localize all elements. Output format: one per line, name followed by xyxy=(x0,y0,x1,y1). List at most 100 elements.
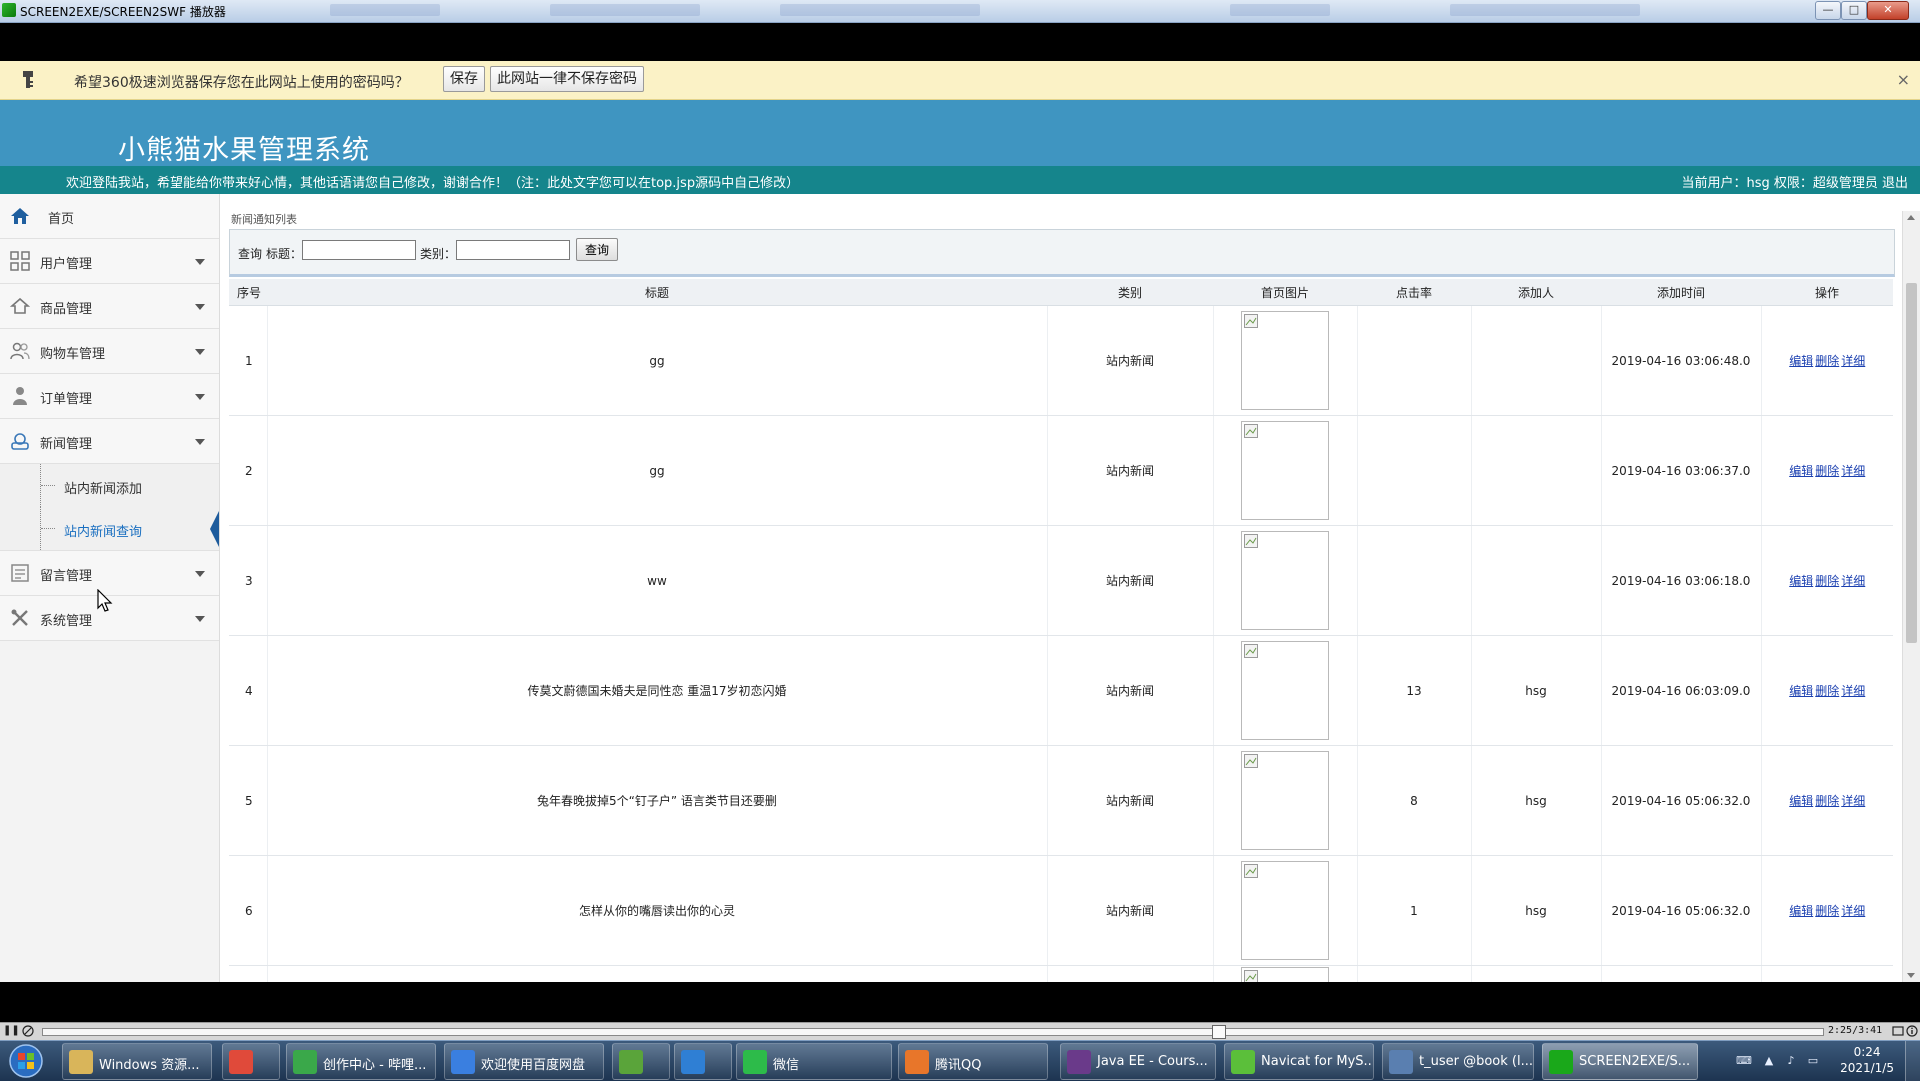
scrollbar-thumb[interactable] xyxy=(1906,283,1917,643)
cell-ops: 编辑 删除 详细 xyxy=(1761,525,1893,636)
taskbar-item-qq[interactable]: 腾讯QQ xyxy=(898,1043,1048,1080)
window-title-bar: SCREEN2EXE/SCREEN2SWF 播放器 — □ ✕ xyxy=(0,0,1920,23)
maximize-button[interactable]: □ xyxy=(1841,1,1867,20)
sidebar-item-label: 商品管理 xyxy=(40,302,93,317)
background-ghost-tab xyxy=(780,4,980,16)
taskbar-item-label: Navicat for MyS... xyxy=(1261,1054,1374,1069)
edit-link[interactable]: 编辑 xyxy=(1789,794,1813,808)
never-save-password-button[interactable]: 此网站一律不保存密码 xyxy=(490,66,644,92)
close-window-button[interactable]: ✕ xyxy=(1867,1,1909,20)
playback-slider-knob[interactable] xyxy=(1212,1025,1227,1039)
volume-icon[interactable]: ♪ xyxy=(1784,1054,1798,1068)
app-icon xyxy=(681,1050,705,1074)
clock-time: 0:24 xyxy=(1853,1045,1881,1059)
fullscreen-icon[interactable] xyxy=(1892,1025,1904,1037)
edit-link[interactable]: 编辑 xyxy=(1789,464,1813,478)
edit-link[interactable]: 编辑 xyxy=(1789,904,1813,918)
detail-link[interactable]: 详细 xyxy=(1841,574,1865,588)
show-desktop-button[interactable] xyxy=(1905,1041,1920,1081)
sidebar-item-news[interactable]: 新闻管理 xyxy=(0,419,219,464)
background-ghost-tab xyxy=(1230,4,1330,16)
cell-title xyxy=(267,965,1048,982)
vertical-scrollbar[interactable] xyxy=(1902,211,1920,982)
cell-author: hsg xyxy=(1471,635,1602,746)
person-icon xyxy=(13,387,27,405)
taskbar-item-table[interactable]: t_user @book (l... xyxy=(1382,1043,1534,1080)
system-title: 小熊猫水果管理系统 xyxy=(118,135,370,166)
taskbar-item-navicat[interactable]: Navicat for MyS... xyxy=(1224,1043,1374,1080)
network-icon[interactable]: ▭ xyxy=(1806,1054,1820,1068)
keyboard-icon[interactable]: ⌨ xyxy=(1736,1054,1752,1068)
edit-link[interactable]: 编辑 xyxy=(1789,354,1813,368)
column-header: 序号 xyxy=(229,279,267,306)
edit-link[interactable]: 编辑 xyxy=(1789,684,1813,698)
sidebar-item-orders[interactable]: 订单管理 xyxy=(0,374,219,419)
detail-link[interactable]: 详细 xyxy=(1841,354,1865,368)
title-search-input[interactable] xyxy=(302,240,416,260)
pause-button[interactable]: ❚❚ xyxy=(3,1025,20,1037)
start-button-icon[interactable] xyxy=(2,1042,50,1080)
cell-no: 4 xyxy=(229,635,268,746)
stop-icon[interactable] xyxy=(22,1025,34,1037)
sidebar-subitem-news-add[interactable]: 站内新闻添加 xyxy=(0,464,219,507)
cell-ops: 编辑 删除 详细 xyxy=(1761,415,1893,526)
taskbar-item-chrome[interactable]: 创作中心 - 哔哩... xyxy=(286,1043,436,1080)
minimize-button[interactable]: — xyxy=(1815,1,1841,20)
delete-link[interactable]: 删除 xyxy=(1815,794,1839,808)
cell-time: 2019-04-16 05:06:32.0 xyxy=(1601,855,1762,966)
column-header: 操作 xyxy=(1761,279,1893,306)
detail-link[interactable]: 详细 xyxy=(1841,464,1865,478)
detail-link[interactable]: 详细 xyxy=(1841,904,1865,918)
sidebar: 首页 用户管理 商品管理 购物车管理 订单管理 新闻管理 站内新闻添加 站内新闻… xyxy=(0,194,220,982)
windows-taskbar: Windows 资源... 创作中心 - 哔哩... 欢迎使用百度网盘 微信 腾… xyxy=(0,1040,1920,1081)
cell-author xyxy=(1471,965,1602,982)
scroll-up-icon[interactable] xyxy=(1907,215,1915,220)
sidebar-item-home[interactable]: 首页 xyxy=(0,194,219,239)
save-password-button[interactable]: 保存 xyxy=(443,66,485,92)
cell-time: 2019-04-16 06:03:09.0 xyxy=(1601,635,1762,746)
breadcrumb: 新闻通知列表 xyxy=(231,213,297,225)
tray-expand-icon[interactable]: ▲ xyxy=(1762,1054,1776,1068)
info-icon[interactable] xyxy=(1906,1025,1918,1037)
cell-image xyxy=(1213,855,1358,966)
category-search-input[interactable] xyxy=(456,240,570,260)
sidebar-item-cart[interactable]: 购物车管理 xyxy=(0,329,219,374)
user-info[interactable]: 当前用户：hsg 权限：超级管理员 退出 xyxy=(1681,172,1908,191)
sidebar-item-label: 用户管理 xyxy=(40,257,93,272)
delete-link[interactable]: 删除 xyxy=(1815,904,1839,918)
delete-link[interactable]: 删除 xyxy=(1815,574,1839,588)
sidebar-item-label: 购物车管理 xyxy=(40,347,106,362)
cell-no: 2 xyxy=(229,415,268,526)
welcome-strip: 欢迎登陆我站，希望能给你带来好心情，其他话语请您自己修改，谢谢合作！（注：此处文… xyxy=(0,166,1920,194)
scroll-down-icon[interactable] xyxy=(1907,973,1915,978)
sidebar-item-users[interactable]: 用户管理 xyxy=(0,239,219,284)
taskbar-item-explorer[interactable]: Windows 资源... xyxy=(62,1043,212,1080)
table-row: 6 怎样从你的嘴唇读出你的心灵 站内新闻 1 hsg 2019-04-16 05… xyxy=(229,855,1893,966)
detail-link[interactable]: 详细 xyxy=(1841,794,1865,808)
taskbar-item-app[interactable] xyxy=(612,1043,670,1080)
query-button[interactable]: 查询 xyxy=(576,238,619,261)
delete-link[interactable]: 删除 xyxy=(1815,684,1839,698)
playback-track[interactable] xyxy=(42,1028,1824,1036)
sidebar-item-products[interactable]: 商品管理 xyxy=(0,284,219,329)
sidebar-subitem-news-query[interactable]: 站内新闻查询 xyxy=(0,507,219,550)
taskbar-item-eclipse[interactable]: Java EE - Cours... xyxy=(1060,1043,1216,1080)
taskbar-item-app[interactable] xyxy=(674,1043,732,1080)
folder-icon xyxy=(69,1050,93,1074)
column-header: 添加时间 xyxy=(1601,279,1761,306)
taskbar-item-label: Windows 资源... xyxy=(99,1058,200,1073)
close-bar-icon[interactable]: × xyxy=(1897,70,1910,89)
cell-time: 2019-04-16 05:06:32.0 xyxy=(1601,745,1762,856)
taskbar-item-baidu-netdisk[interactable]: 欢迎使用百度网盘 xyxy=(444,1043,604,1080)
taskbar-item-screen2exe[interactable]: SCREEN2EXE/S... xyxy=(1542,1043,1698,1080)
detail-link[interactable]: 详细 xyxy=(1841,684,1865,698)
taskbar-item-app[interactable] xyxy=(222,1043,280,1080)
java-ee-icon xyxy=(1067,1050,1091,1074)
delete-link[interactable]: 删除 xyxy=(1815,464,1839,478)
taskbar-item-wechat[interactable]: 微信 xyxy=(736,1043,892,1080)
cell-category: 站内新闻 xyxy=(1047,745,1214,856)
edit-link[interactable]: 编辑 xyxy=(1789,574,1813,588)
clock[interactable]: 0:24 2021/1/5 xyxy=(1840,1044,1894,1076)
cell-clicks xyxy=(1357,415,1472,526)
delete-link[interactable]: 删除 xyxy=(1815,354,1839,368)
